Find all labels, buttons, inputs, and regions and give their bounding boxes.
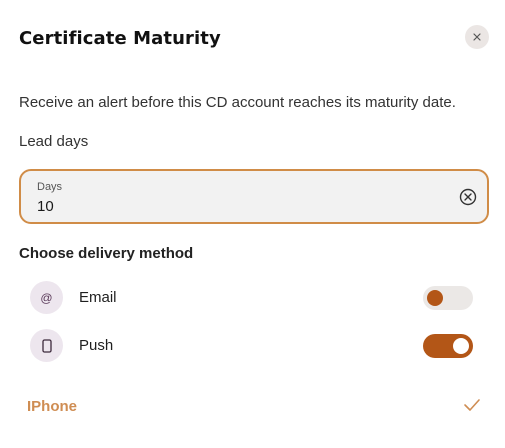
device-option-iphone[interactable]: IPhone bbox=[19, 385, 489, 425]
push-toggle[interactable] bbox=[423, 334, 473, 358]
delivery-method-title: Choose delivery method bbox=[19, 245, 194, 262]
check-icon bbox=[464, 399, 480, 411]
clear-circle-icon bbox=[459, 188, 477, 206]
clear-input-button[interactable] bbox=[458, 187, 478, 207]
close-button[interactable] bbox=[465, 25, 489, 49]
dialog-title: Certificate Maturity bbox=[19, 28, 221, 49]
phone-icon bbox=[30, 329, 63, 362]
close-icon bbox=[473, 33, 481, 41]
toggle-knob bbox=[427, 290, 443, 306]
email-option-label: Email bbox=[79, 289, 117, 306]
certificate-maturity-dialog: Certificate Maturity Receive an alert be… bbox=[0, 0, 505, 448]
lead-days-field[interactable]: Days bbox=[19, 169, 489, 224]
device-name: IPhone bbox=[27, 398, 78, 415]
lead-days-label: Lead days bbox=[19, 133, 89, 150]
email-toggle[interactable] bbox=[423, 286, 473, 310]
delivery-option-push: Push bbox=[30, 329, 473, 363]
days-input[interactable] bbox=[37, 198, 417, 215]
push-option-label: Push bbox=[79, 337, 114, 354]
at-sign-icon: @ bbox=[30, 281, 63, 314]
toggle-knob bbox=[453, 338, 469, 354]
days-field-label: Days bbox=[37, 181, 63, 193]
delivery-option-email: @ Email bbox=[30, 281, 473, 315]
dialog-description: Receive an alert before this CD account … bbox=[19, 94, 456, 111]
